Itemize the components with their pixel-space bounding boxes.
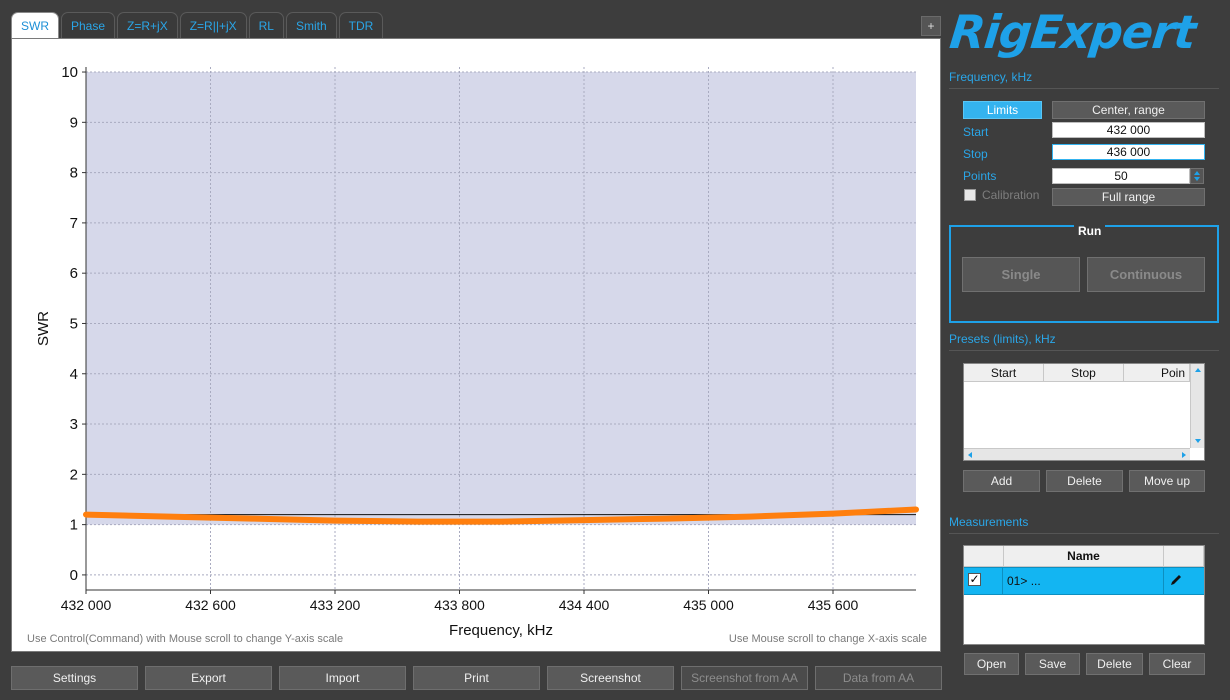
measurements-col-edit <box>1164 546 1204 567</box>
tab-rl[interactable]: RL <box>248 12 284 38</box>
x-tick-label: 434 400 <box>559 597 610 613</box>
data-from-aa-button[interactable]: Data from AA <box>815 666 942 690</box>
pencil-icon[interactable] <box>1168 572 1184 588</box>
measurement-visible-checkbox[interactable]: ✓ <box>968 573 981 586</box>
measurements-section-label: Measurements <box>949 515 1029 529</box>
full-range-button[interactable]: Full range <box>1052 188 1205 206</box>
presets-col-points[interactable]: Poin <box>1124 364 1190 382</box>
presets-vertical-scrollbar[interactable] <box>1190 364 1204 448</box>
measurements-col-name[interactable]: Name <box>1004 546 1164 567</box>
presets-horizontal-scrollbar[interactable] <box>964 448 1190 460</box>
tab-smith[interactable]: Smith <box>285 12 337 38</box>
limits-button[interactable]: Limits <box>963 101 1042 119</box>
spinner-arrows-icon <box>1194 171 1200 181</box>
y-tick-label: 3 <box>70 416 78 433</box>
preset-add-button[interactable]: Add <box>963 470 1040 492</box>
open-button[interactable]: Open <box>964 653 1019 675</box>
points-label: Points <box>963 169 997 183</box>
y-tick-label: 2 <box>70 466 78 483</box>
continuous-button[interactable]: Continuous <box>1087 257 1205 292</box>
presets-table[interactable]: Start Stop Poin <box>963 363 1205 461</box>
screenshot-from-aa-button[interactable]: Screenshot from AA <box>681 666 808 690</box>
delete-button[interactable]: Delete <box>1086 653 1143 675</box>
points-input[interactable]: 50 <box>1052 168 1190 184</box>
add-tab-button[interactable]: + <box>921 16 941 36</box>
measurements-col-check <box>964 546 1004 567</box>
divider <box>1002 567 1003 595</box>
tab-phase[interactable]: Phase <box>61 12 116 38</box>
calibration-checkbox[interactable] <box>964 189 976 201</box>
divider <box>1163 567 1164 595</box>
clear-button[interactable]: Clear <box>1149 653 1205 675</box>
measurement-name: 01> ... <box>1007 574 1041 588</box>
tab-swr[interactable]: SWR <box>11 12 59 38</box>
swr-chart-svg: 0 1 2 3 4 5 6 7 8 9 10 432 000 432 600 433 200 433 800… <box>35 64 919 639</box>
y-axis-title: SWR <box>35 311 52 346</box>
scroll-arrows-icon <box>968 452 1186 458</box>
preset-delete-button[interactable]: Delete <box>1046 470 1123 492</box>
tab-bar: SWR Phase Z=R+jX Z=R||+jX RL Smith TDR <box>11 12 384 38</box>
import-button[interactable]: Import <box>279 666 406 690</box>
presets-col-stop[interactable]: Stop <box>1044 364 1124 382</box>
print-button[interactable]: Print <box>413 666 540 690</box>
tab-tdr[interactable]: TDR <box>338 12 384 38</box>
points-spinner[interactable] <box>1190 168 1204 184</box>
presets-col-start[interactable]: Start <box>964 364 1044 382</box>
y-tick-label: 6 <box>70 265 78 282</box>
scroll-arrows-icon <box>1195 368 1201 443</box>
preset-move-up-button[interactable]: Move up <box>1129 470 1205 492</box>
start-input[interactable]: 432 000 <box>1052 122 1205 138</box>
single-button[interactable]: Single <box>962 257 1080 292</box>
y-tick-label: 0 <box>70 567 78 584</box>
x-tick-label: 433 200 <box>310 597 361 613</box>
tab-z-parallel[interactable]: Z=R||+jX <box>179 12 247 38</box>
y-tick-label: 7 <box>70 215 78 232</box>
rigexpert-logo: RigExpert <box>947 5 1198 59</box>
divider <box>949 88 1219 89</box>
swr-chart[interactable]: 0 1 2 3 4 5 6 7 8 9 10 432 000 432 600 433 200 433 800… <box>11 38 941 652</box>
y-scale-hint: Use Control(Command) with Mouse scroll t… <box>27 633 344 645</box>
y-tick-label: 9 <box>70 114 78 131</box>
y-tick-label: 1 <box>70 517 78 534</box>
y-tick-label: 5 <box>70 315 78 332</box>
stop-input[interactable]: 436 000 <box>1052 144 1205 160</box>
presets-section-label: Presets (limits), kHz <box>949 332 1056 346</box>
settings-button[interactable]: Settings <box>11 666 138 690</box>
frequency-section-label: Frequency, kHz <box>949 70 1033 84</box>
start-label: Start <box>963 125 989 139</box>
tab-z-series[interactable]: Z=R+jX <box>117 12 178 38</box>
center-range-button[interactable]: Center, range <box>1052 101 1205 119</box>
divider <box>949 533 1219 534</box>
y-tick-label: 10 <box>61 64 78 81</box>
x-tick-label: 435 000 <box>683 597 734 613</box>
x-tick-label: 433 800 <box>434 597 485 613</box>
measurements-table[interactable]: Name <box>963 545 1205 645</box>
screenshot-button[interactable]: Screenshot <box>547 666 674 690</box>
y-tick-label: 4 <box>70 366 78 383</box>
export-button[interactable]: Export <box>145 666 272 690</box>
x-tick-label: 435 600 <box>808 597 859 613</box>
divider <box>949 350 1219 351</box>
x-tick-label: 432 000 <box>61 597 112 613</box>
x-scale-hint: Use Mouse scroll to change X-axis scale <box>728 633 927 645</box>
stop-label: Stop <box>963 147 988 161</box>
run-title: Run <box>1074 224 1106 238</box>
x-axis-title: Frequency, kHz <box>449 622 553 639</box>
x-tick-label: 432 600 <box>185 597 236 613</box>
calibration-label: Calibration <box>982 188 1040 202</box>
save-button[interactable]: Save <box>1025 653 1080 675</box>
y-tick-label: 8 <box>70 165 78 182</box>
